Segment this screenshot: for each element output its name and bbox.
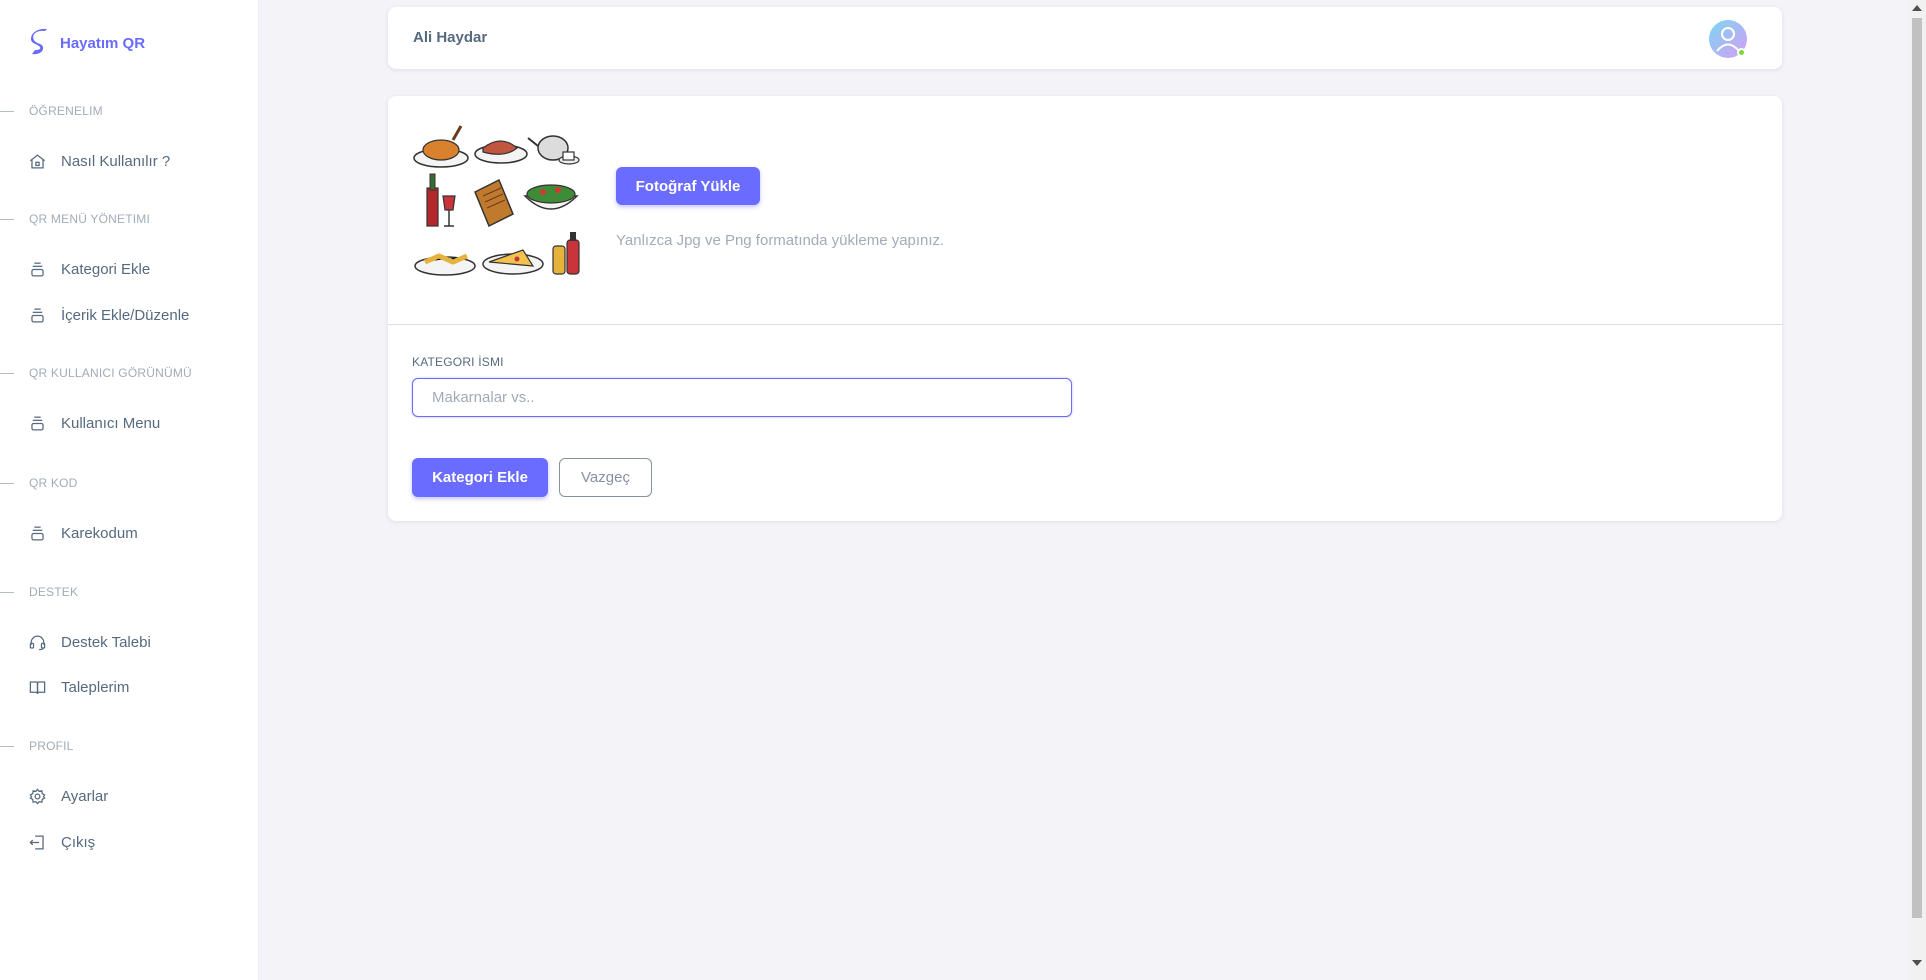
section-header-qr-kullanici-gorunumu: QR KULLANICI GÖRÜNÜMÜ (0, 365, 192, 381)
sidebar-item-label: Çıkış (61, 833, 96, 851)
section-header-ogrenelim: ÖĞRENELIM (0, 103, 103, 119)
online-status-dot (1737, 48, 1746, 57)
sidebar-item-label: Nasıl Kullanılır ? (61, 152, 171, 170)
layers-icon (31, 262, 44, 276)
scroll-down-arrow-icon[interactable] (1912, 960, 1922, 966)
upload-photo-button[interactable]: Fotoğraf Yükle (616, 167, 760, 205)
page-scrollbar[interactable] (1908, 0, 1926, 980)
divider (388, 324, 1782, 325)
layers-icon (31, 416, 44, 430)
headset-icon (29, 635, 46, 650)
layers-icon (31, 308, 44, 322)
home-icon (29, 153, 46, 168)
brand-name: Hayatım QR (60, 34, 146, 52)
brand[interactable]: Hayatım QR (28, 27, 145, 59)
book-icon (29, 680, 46, 694)
sidebar-item-icerik-ekle-duzenle[interactable]: İçerik Ekle/Düzenle (28, 302, 189, 328)
gear-icon (29, 787, 46, 805)
sidebar-item-karekodum[interactable]: Karekodum (28, 520, 138, 546)
section-header-qr-menu-yonetimi: QR MENÜ YÖNETIMI (0, 211, 150, 227)
sidebar-item-label: Kategori Ekle (61, 260, 151, 278)
cancel-button[interactable]: Vazgeç (559, 458, 652, 497)
sidebar: Hayatım QR ÖĞRENELIM Nasıl Kullanılır ? … (0, 0, 259, 980)
layers-icon (31, 526, 44, 540)
user-avatar[interactable] (1709, 20, 1747, 58)
section-header-qr-kod: QR KOD (0, 475, 78, 491)
sidebar-item-cikis[interactable]: Çıkış (28, 829, 95, 855)
sidebar-item-label: Taleplerim (61, 678, 130, 696)
sidebar-item-label: Ayarlar (61, 787, 109, 805)
category-name-input[interactable] (412, 378, 1072, 417)
add-category-button[interactable]: Kategori Ekle (412, 458, 548, 497)
section-header-destek: DESTEK (0, 584, 78, 600)
category-name-label: KATEGORI İSMI (412, 355, 504, 369)
sidebar-item-destek-talebi[interactable]: Destek Talebi (28, 629, 151, 655)
top-navbar: Ali Haydar (388, 7, 1782, 69)
sidebar-item-label: Kullanıcı Menu (61, 414, 161, 432)
category-form-card: Fotoğraf Yükle Yanlızca Jpg ve Png forma… (388, 96, 1782, 521)
sidebar-item-taleplerim[interactable]: Taleplerim (28, 674, 129, 700)
sidebar-item-nasil-kullanilir[interactable]: Nasıl Kullanılır ? (28, 148, 170, 174)
section-header-profil: PROFIL (0, 738, 74, 754)
sidebar-item-ayarlar[interactable]: Ayarlar (28, 783, 108, 809)
upload-hint: Yanlızca Jpg ve Png formatında yükleme y… (616, 232, 945, 249)
scroll-up-arrow-icon[interactable] (1912, 5, 1922, 11)
scrollbar-thumb[interactable] (1912, 18, 1922, 918)
food-collage-image (413, 122, 583, 298)
sidebar-item-label: Destek Talebi (61, 633, 151, 651)
sidebar-item-kullanici-menu[interactable]: Kullanıcı Menu (28, 410, 160, 436)
logout-icon (29, 835, 44, 849)
sidebar-item-label: İçerik Ekle/Düzenle (61, 306, 190, 324)
user-name: Ali Haydar (413, 29, 488, 46)
sidebar-item-kategori-ekle[interactable]: Kategori Ekle (28, 256, 150, 282)
sidebar-item-label: Karekodum (61, 524, 138, 542)
brand-s-logo-icon (31, 28, 47, 55)
